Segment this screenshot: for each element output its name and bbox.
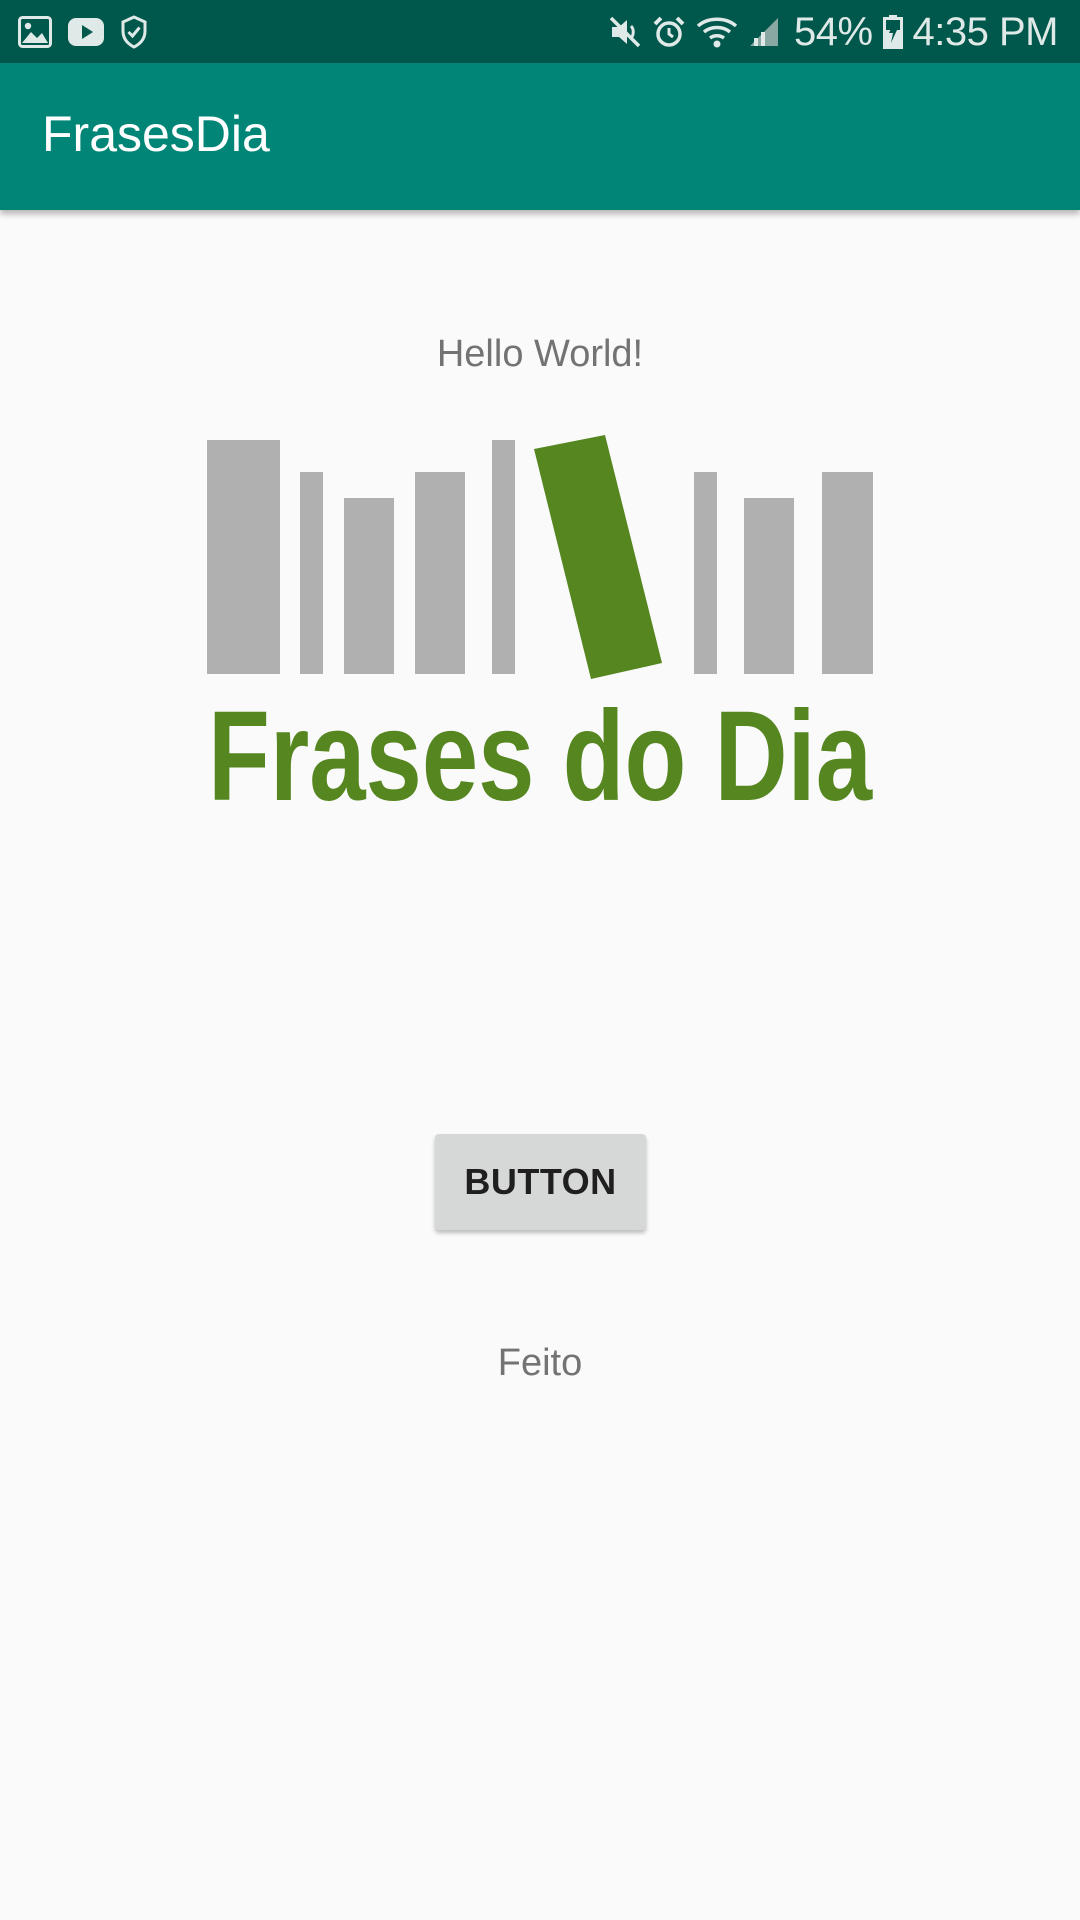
- hello-text: Hello World!: [436, 333, 644, 375]
- status-bar: 54% 4:35 PM: [0, 0, 1080, 63]
- logo-text: Frases do Dia: [208, 685, 873, 810]
- battery-percentage: 54%: [793, 9, 873, 54]
- gallery-icon: [18, 16, 52, 48]
- mute-icon: [608, 15, 642, 49]
- frases-do-dia-logo: Frases do Dia: [207, 435, 873, 810]
- app-bar: FrasesDia: [0, 63, 1080, 210]
- status-text: Feito: [497, 1342, 583, 1384]
- signal-icon: [748, 16, 780, 48]
- youtube-icon: [68, 18, 104, 46]
- app-title: FrasesDia: [42, 106, 270, 162]
- clock-time: 4:35 PM: [912, 9, 1059, 54]
- shield-check-icon: [120, 15, 148, 49]
- main-button[interactable]: BUTTON: [435, 1134, 646, 1230]
- alarm-icon: [652, 15, 686, 49]
- wifi-icon: [696, 15, 738, 49]
- status-left-icons: [18, 10, 148, 54]
- battery-icon: [882, 15, 903, 49]
- status-right-icons: 54% 4:35 PM: [608, 8, 1059, 56]
